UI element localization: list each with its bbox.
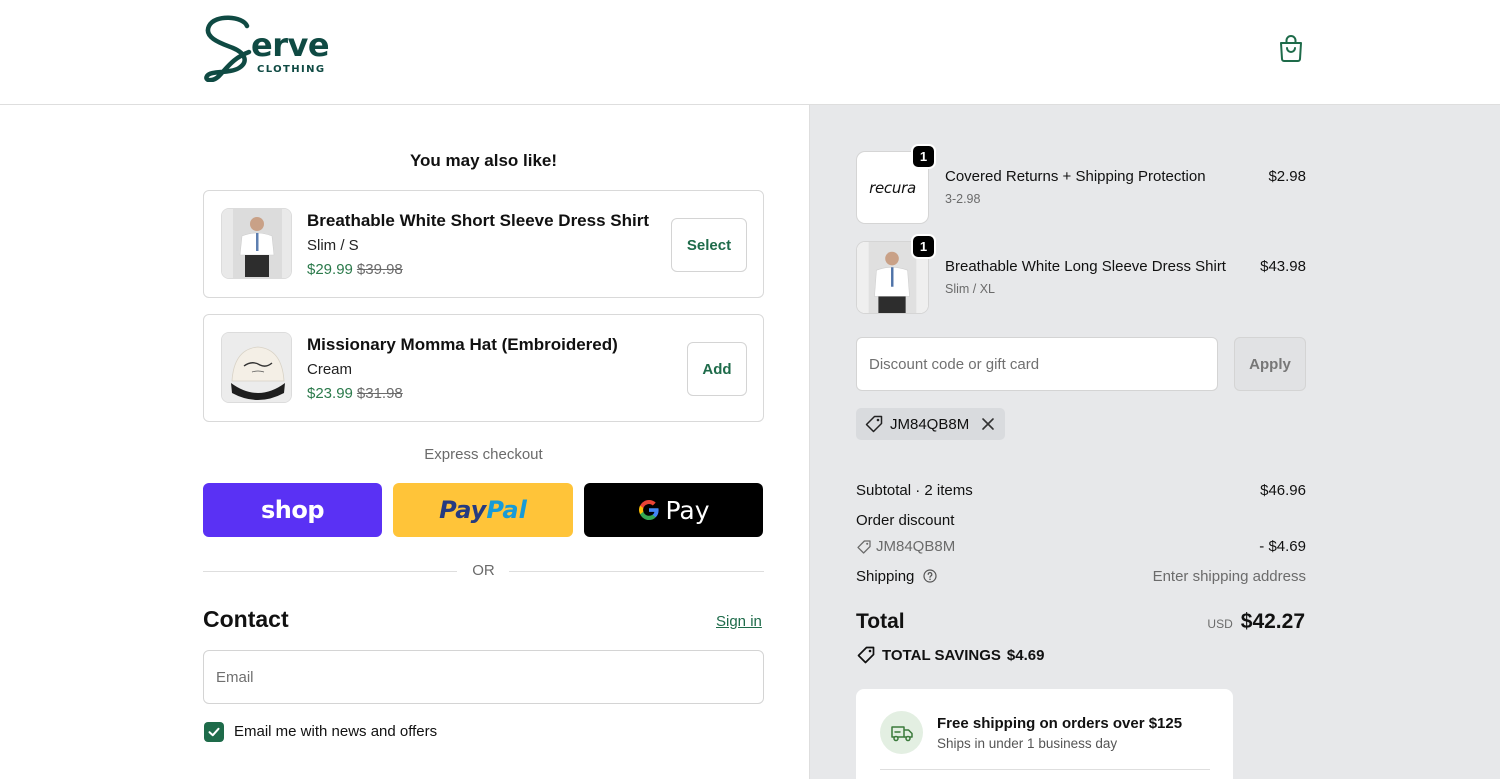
upsell-title: You may also like! (409, 151, 558, 170)
product-image-short-sleeve-shirt[interactable] (221, 208, 292, 279)
shopping-bag-icon (1280, 35, 1302, 62)
line-item-price: $43.98 (1260, 258, 1306, 275)
logo-subtitle: CLOTHING (257, 64, 326, 75)
close-icon (982, 418, 995, 430)
upsell-product-name[interactable]: Breathable White Short Sleeve Dress Shir… (307, 211, 649, 231)
total-savings: TOTAL SAVINGS $4.69 (856, 645, 1044, 665)
add-button[interactable]: Add (687, 342, 747, 396)
product-image-momma-hat[interactable] (221, 332, 292, 403)
total-amount: USD $42.27 (1207, 610, 1305, 634)
shop-pay-button[interactable]: shop (203, 483, 382, 537)
sale-price: $23.99 (307, 385, 353, 402)
currency-code: USD (1207, 617, 1233, 631)
upsell-product-name[interactable]: Missionary Momma Hat (Embroidered) (307, 335, 618, 355)
applied-discount-code: JM84QB8M (890, 415, 970, 433)
logo-wordmark: erve (251, 26, 330, 64)
subtotal-row: Subtotal · 2 items $46.96 (856, 482, 1306, 499)
newsletter-checkbox[interactable] (204, 722, 224, 742)
line-item-variant: Slim / XL (945, 282, 996, 296)
subtotal-value: $46.96 (1260, 482, 1306, 499)
upsell-item: Breathable White Short Sleeve Dress Shir… (203, 190, 764, 298)
cart-button[interactable] (1278, 34, 1306, 64)
upsell-item: Missionary Momma Hat (Embroidered) Cream… (203, 314, 764, 422)
google-g-icon (639, 500, 660, 520)
shop-pay-logo: shop (260, 496, 325, 524)
help-icon[interactable] (922, 569, 937, 587)
shipping-label: Shipping (856, 568, 915, 585)
delivery-truck-icon (880, 711, 923, 754)
newsletter-label[interactable]: Email me with news and offers (234, 723, 437, 740)
or-divider: OR (203, 562, 764, 582)
total-savings-value: $4.69 (1006, 646, 1045, 664)
upsell-product-variant: Cream (307, 361, 353, 378)
line-item-price: $2.98 (1268, 168, 1306, 185)
upsell-product-price: $29.99 $39.98 (307, 261, 403, 278)
discount-code-input[interactable] (856, 337, 1218, 391)
cart-line-item: recura 1 Covered Returns + Shipping Prot… (856, 144, 1306, 225)
quantity-badge: 1 (911, 234, 936, 259)
free-shipping-subtitle: Ships in under 1 business day (937, 736, 1118, 751)
or-text: OR (472, 562, 495, 579)
paypal-logo-pal: Pal (486, 496, 527, 524)
line-item-variant: 3-2.98 (945, 192, 981, 206)
remove-discount-button[interactable] (981, 417, 995, 431)
discount-code-text: JM84QB8M (876, 538, 956, 555)
order-discount-label: Order discount (856, 512, 955, 529)
serve-clothing-logo[interactable]: erve CLOTHING (203, 14, 338, 83)
express-checkout-label: Express checkout (424, 446, 543, 463)
line-item-name: Covered Returns + Shipping Protection (945, 168, 1206, 185)
select-button[interactable]: Select (671, 218, 747, 272)
tag-icon (857, 539, 871, 554)
paypal-button[interactable]: Pay Pal (393, 483, 573, 537)
compare-at-price: $31.98 (356, 385, 403, 402)
upsell-product-variant: Slim / S (307, 237, 359, 254)
free-shipping-title: Free shipping on orders over $125 (937, 715, 1183, 732)
free-shipping-card: Free shipping on orders over $125 Ships … (856, 689, 1233, 779)
quantity-badge: 1 (911, 144, 936, 169)
google-pay-button[interactable]: Pay (584, 483, 763, 537)
shipping-row: Shipping Enter shipping address (856, 568, 1306, 587)
sign-in-link[interactable]: Sign in (716, 613, 762, 630)
recura-logo-text: recura (869, 178, 916, 197)
line-item-name: Breathable White Long Sleeve Dress Shirt (945, 258, 1226, 275)
tag-icon (865, 415, 883, 433)
upsell-product-price: $23.99 $31.98 (307, 385, 403, 402)
email-input[interactable] (203, 650, 764, 704)
sale-price: $29.99 (307, 261, 353, 278)
contact-heading: Contact (203, 606, 289, 632)
cart-line-item: 1 Breathable White Long Sleeve Dress Shi… (856, 234, 1306, 315)
total-savings-label: TOTAL SAVINGS (882, 646, 1001, 664)
total-label: Total (856, 610, 905, 633)
shipping-value: Enter shipping address (1152, 568, 1306, 585)
applied-discount-chip: JM84QB8M (856, 408, 1006, 440)
total-value: $42.27 (1240, 610, 1305, 633)
checkout-main: You may also like! Breathable White Shor… (0, 105, 809, 779)
google-pay-label: Pay (665, 495, 710, 525)
apply-discount-button[interactable]: Apply (1234, 337, 1306, 391)
paypal-logo-pay: Pay (439, 496, 487, 524)
compare-at-price: $39.98 (356, 261, 403, 278)
discount-code-tag: JM84QB8M (856, 538, 1306, 555)
discount-code-row: JM84QB8M - $4.69 (856, 538, 1306, 555)
checkmark-icon (208, 727, 220, 737)
tag-icon (857, 646, 875, 664)
divider-line (880, 769, 1210, 770)
order-discount-row: Order discount (856, 512, 1306, 529)
subtotal-label: Subtotal · 2 items (856, 482, 973, 499)
discount-value: - $4.69 (1259, 538, 1306, 555)
order-summary: recura 1 Covered Returns + Shipping Prot… (809, 105, 1500, 779)
site-header: erve CLOTHING (0, 0, 1500, 105)
